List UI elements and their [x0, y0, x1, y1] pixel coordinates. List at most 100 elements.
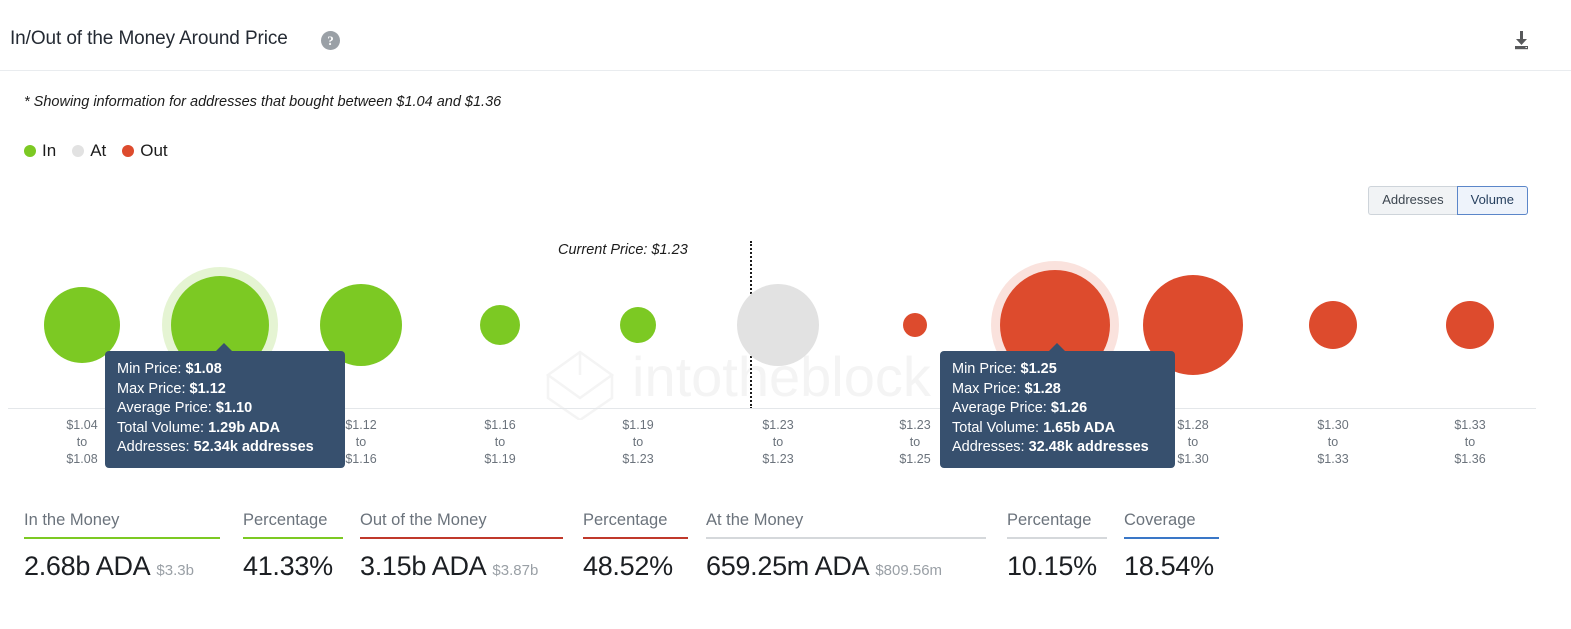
stat-value-usd: $3.3b: [156, 562, 194, 579]
x-axis-tick-line: $1.19: [440, 451, 560, 468]
tooltip-row-label: Average Price:: [117, 400, 212, 416]
x-axis-tick-line: $1.23: [718, 451, 838, 468]
tooltip-row-value: $1.08: [186, 361, 222, 377]
x-axis-tick: $1.23to$1.23: [718, 417, 838, 468]
tooltip-row-value: 1.29b ADA: [208, 420, 280, 436]
legend-label-in: In: [42, 141, 56, 161]
legend-item-out[interactable]: Out: [122, 141, 167, 161]
download-icon[interactable]: [1509, 28, 1533, 52]
stat-label: Percentage: [243, 511, 343, 537]
tooltip-row-value: 32.48k addresses: [1029, 439, 1149, 455]
tooltip-row: Average Price: $1.26: [952, 399, 1163, 419]
x-axis-tick-line: to: [718, 434, 838, 451]
bubble-out-6[interactable]: [903, 313, 927, 337]
tooltip-row-label: Addresses:: [117, 439, 190, 455]
bubble-tooltip-right: Min Price: $1.25 Max Price: $1.28 Averag…: [940, 351, 1175, 468]
stat-value: 2.68b ADA$3.3b: [24, 551, 220, 582]
legend-dot-at-icon: [72, 145, 84, 157]
stat-label: In the Money: [24, 511, 220, 537]
tooltip-row-label: Average Price:: [952, 400, 1047, 416]
x-axis-tick-line: to: [440, 434, 560, 451]
stat-rule: [1007, 537, 1107, 539]
stat-rule: [24, 537, 220, 539]
tooltip-row-value: $1.26: [1051, 400, 1087, 416]
stat-label: At the Money: [706, 511, 986, 537]
filter-note: * Showing information for addresses that…: [24, 94, 501, 110]
tooltip-row-value: $1.28: [1025, 381, 1061, 397]
current-price-label: Current Price: $1.23: [558, 242, 688, 258]
x-axis-tick-line: $1.23: [718, 417, 838, 434]
stat-card: Out of the Money3.15b ADA$3.87b: [360, 511, 563, 582]
tooltip-row-label: Max Price:: [117, 381, 186, 397]
legend-label-out: Out: [140, 141, 167, 161]
x-axis-tick-line: $1.36: [1410, 451, 1530, 468]
legend-dot-out-icon: [122, 145, 134, 157]
x-axis-tick-line: to: [1410, 434, 1530, 451]
tooltip-row-value: 52.34k addresses: [194, 439, 314, 455]
tooltip-row: Addresses: 52.34k addresses: [117, 438, 333, 458]
legend-dot-in-icon: [24, 145, 36, 157]
stat-card: Percentage 41.33%: [243, 511, 343, 582]
x-axis-tick: $1.30to$1.33: [1273, 417, 1393, 468]
tooltip-row: Max Price: $1.12: [117, 380, 333, 400]
tooltip-row-value: 1.65b ADA: [1043, 420, 1115, 436]
summary-stats: In the Money 2.68b ADA$3.3b Percentage 41.3…: [0, 495, 1571, 605]
stat-value: 18.54%: [1124, 551, 1219, 582]
x-axis-tick-line: $1.33: [1273, 451, 1393, 468]
tooltip-row-value: $1.25: [1021, 361, 1057, 377]
bubble-out-9[interactable]: [1309, 301, 1357, 349]
stat-rule: [583, 537, 688, 539]
x-axis-tick-line: $1.16: [440, 417, 560, 434]
tooltip-row-label: Min Price:: [117, 361, 181, 377]
x-axis-tick: $1.33to$1.36: [1410, 417, 1530, 468]
tooltip-row: Min Price: $1.08: [117, 360, 333, 380]
legend-item-in[interactable]: In: [24, 141, 56, 161]
x-axis-tick-line: $1.23: [578, 451, 698, 468]
stat-rule: [1124, 537, 1219, 539]
tooltip-row: Min Price: $1.25: [952, 360, 1163, 380]
stat-rule: [360, 537, 563, 539]
page-title: In/Out of the Money Around Price: [10, 28, 288, 50]
stat-value: 48.52%: [583, 551, 688, 582]
x-axis-tick-line: to: [1273, 434, 1393, 451]
x-axis-tick-line: $1.19: [578, 417, 698, 434]
stat-rule: [243, 537, 343, 539]
question-mark-icon[interactable]: ?: [321, 31, 340, 50]
tooltip-row-label: Total Volume:: [117, 420, 204, 436]
tooltip-row-label: Min Price:: [952, 361, 1016, 377]
stat-card: At the Money 659.25m ADA$809.56m: [706, 511, 986, 582]
stat-label: Percentage: [583, 511, 688, 537]
stat-value: 659.25m ADA$809.56m: [706, 551, 986, 582]
stat-card: In the Money 2.68b ADA$3.3b: [24, 511, 220, 582]
stat-rule: [706, 537, 986, 539]
bubble-in-4[interactable]: [620, 307, 656, 343]
bubble-tooltip-left: Min Price: $1.08 Max Price: $1.12 Averag…: [105, 351, 345, 468]
toggle-volume-button[interactable]: Volume: [1457, 186, 1528, 215]
stat-value: 41.33%: [243, 551, 343, 582]
bubble-in-3[interactable]: [480, 305, 520, 345]
bubble-out-10[interactable]: [1446, 301, 1494, 349]
in-out-of-money-widget: In/Out of the Money Around Price ? * Sho…: [0, 0, 1571, 629]
stat-label: Coverage: [1124, 511, 1219, 537]
stat-value: 10.15%: [1007, 551, 1107, 582]
tooltip-row-value: $1.12: [190, 381, 226, 397]
stat-card: Percentage10.15%: [1007, 511, 1107, 582]
stat-value: 3.15b ADA$3.87b: [360, 551, 563, 582]
stat-card: Percentage 48.52%: [583, 511, 688, 582]
toggle-addresses-button[interactable]: Addresses: [1368, 186, 1456, 215]
chart-legend: In At Out: [24, 141, 184, 161]
tooltip-row: Addresses: 32.48k addresses: [952, 438, 1163, 458]
legend-label-at: At: [90, 141, 106, 161]
tooltip-row: Average Price: $1.10: [117, 399, 333, 419]
bubble-at-5[interactable]: [737, 284, 819, 366]
tooltip-row-value: $1.10: [216, 400, 252, 416]
stat-value-usd: $809.56m: [875, 562, 942, 579]
tooltip-row-label: Max Price:: [952, 381, 1021, 397]
legend-item-at[interactable]: At: [72, 141, 106, 161]
x-axis-tick: $1.16to$1.19: [440, 417, 560, 468]
tooltip-row: Max Price: $1.28: [952, 380, 1163, 400]
tooltip-row: Total Volume: 1.65b ADA: [952, 419, 1163, 439]
x-axis-tick: $1.19to$1.23: [578, 417, 698, 468]
stat-card: Coverage 18.54%: [1124, 511, 1219, 582]
stat-value-usd: $3.87b: [492, 562, 538, 579]
